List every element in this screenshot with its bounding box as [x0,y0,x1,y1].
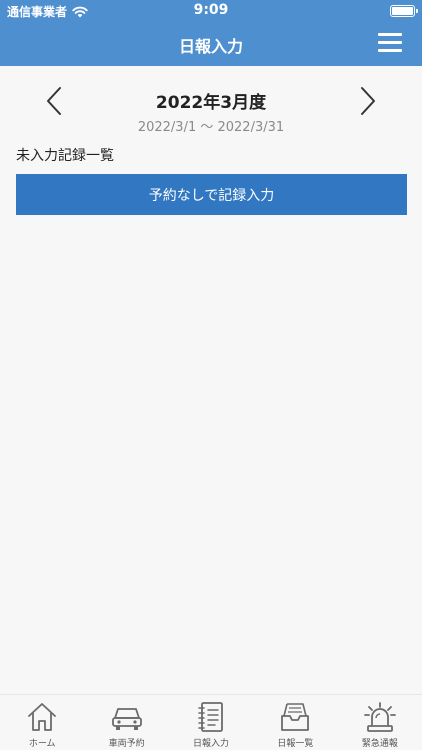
nav-header: 通信事業者 9:09 日報入力 [0,0,422,66]
inbox-tray-icon [281,703,310,731]
tab-emergency-report[interactable]: 緊急通報 [338,695,422,750]
tab-label: 車両予約 [108,739,145,749]
chevron-right-icon[interactable] [356,84,380,118]
tab-label: 日報入力 [193,739,230,749]
tab-bar: ホーム 車両予約 日報入力 日報一覧 緊急通報 [0,694,422,750]
car-icon [111,708,142,730]
menu-button[interactable] [378,33,402,52]
tab-daily-report-list[interactable]: 日報一覧 [253,695,337,750]
date-range: 2022/3/1 〜 2022/3/31 [137,120,285,135]
unentered-records-heading: 未入力記録一覧 [16,148,114,164]
tab-daily-report-entry[interactable]: 日報入力 [169,695,253,750]
tab-vehicle-reservation[interactable]: 車両予約 [84,695,168,750]
notebook-icon [198,702,223,732]
tab-label: 日報一覧 [277,739,314,749]
page-title: 日報入力 [178,37,243,56]
alarm-light-icon [363,702,396,732]
entry-without-reservation-button[interactable]: 予約なしで記録入力 [16,174,407,215]
tab-label: ホーム [28,739,56,749]
tab-home[interactable]: ホーム [0,695,84,750]
status-bar: 通信事業者 9:09 [0,0,422,22]
status-time: 9:09 [193,2,229,18]
tab-label: 緊急通報 [361,739,398,749]
battery-icon [390,5,418,17]
month-navigator: 2022年3月度 2022/3/1 〜 2022/3/31 [0,66,422,140]
hamburger-icon [378,33,402,36]
home-icon [28,703,57,731]
